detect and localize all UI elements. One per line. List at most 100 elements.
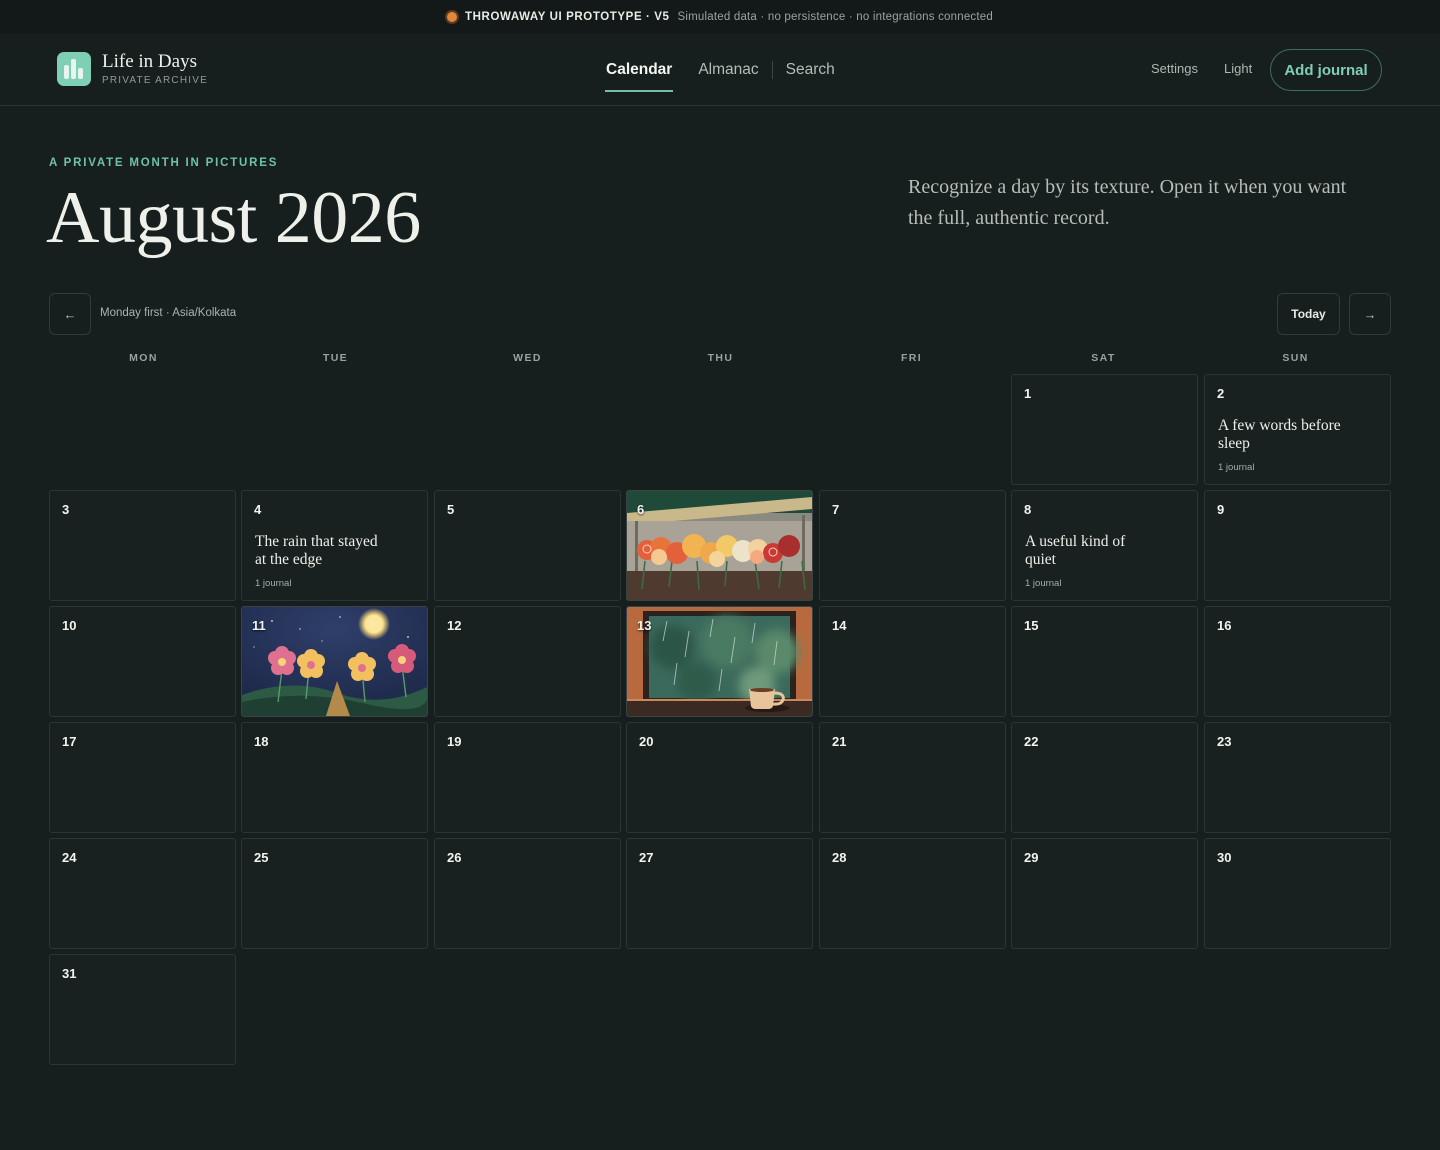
day-number: 5 bbox=[447, 502, 455, 517]
day-cell-20[interactable]: 20 bbox=[626, 722, 813, 833]
settings-link[interactable]: Settings bbox=[1151, 61, 1198, 76]
add-journal-button[interactable]: Add journal bbox=[1270, 49, 1382, 91]
day-cell-6[interactable]: 6 bbox=[626, 490, 813, 601]
day-number: 22 bbox=[1024, 734, 1039, 749]
banner-note: Simulated data · no persistence · no int… bbox=[677, 11, 993, 23]
day-number: 30 bbox=[1217, 850, 1232, 865]
day-cell-16[interactable]: 16 bbox=[1204, 606, 1391, 717]
flower-stall-illustration bbox=[627, 491, 812, 600]
nav-search[interactable]: Search bbox=[786, 34, 835, 106]
page-title: August 2026 bbox=[46, 177, 421, 259]
day-cell-15[interactable]: 15 bbox=[1011, 606, 1198, 717]
day-cell-17[interactable]: 17 bbox=[49, 722, 236, 833]
weekday-fri: FRI bbox=[900, 352, 923, 364]
day-number: 19 bbox=[447, 734, 462, 749]
day-cell-28[interactable]: 28 bbox=[819, 838, 1006, 949]
day-number: 10 bbox=[62, 618, 77, 633]
day-cell-11[interactable]: 11 bbox=[241, 606, 428, 717]
entry-title: A few words before sleep bbox=[1218, 417, 1341, 452]
entry-count: 1 journal bbox=[255, 578, 292, 589]
day-cell-23[interactable]: 23 bbox=[1204, 722, 1391, 833]
day-number: 17 bbox=[62, 734, 77, 749]
day-cell-26[interactable]: 26 bbox=[434, 838, 621, 949]
day-cell-12[interactable]: 12 bbox=[434, 606, 621, 717]
status-dot-icon bbox=[447, 12, 458, 22]
hero-eyebrow: A PRIVATE MONTH IN PICTURES bbox=[49, 157, 279, 169]
day-number: 1 bbox=[1024, 386, 1032, 401]
entry-count: 1 journal bbox=[1218, 462, 1255, 473]
day-number: 24 bbox=[62, 850, 77, 865]
day-cell-10[interactable]: 10 bbox=[49, 606, 236, 717]
nav-divider bbox=[771, 61, 773, 79]
day-cell-2[interactable]: 2 A few words before sleep 1 journal bbox=[1204, 374, 1391, 485]
theme-toggle[interactable]: Light bbox=[1224, 61, 1252, 76]
day-cell-18[interactable]: 18 bbox=[241, 722, 428, 833]
day-number: 8 bbox=[1024, 502, 1032, 517]
day-cell-30[interactable]: 30 bbox=[1204, 838, 1391, 949]
day-number: 21 bbox=[832, 734, 847, 749]
entry-count: 1 journal bbox=[1025, 578, 1062, 589]
banner-tag: THROWAWAY UI PROTOTYPE · V5 bbox=[465, 11, 670, 23]
day-number: 7 bbox=[832, 502, 840, 517]
day-number: 4 bbox=[254, 502, 262, 517]
day-number: 31 bbox=[62, 966, 77, 981]
day-number: 16 bbox=[1217, 618, 1232, 633]
weekday-sun: SUN bbox=[1282, 352, 1309, 364]
day-cell-7[interactable]: 7 bbox=[819, 490, 1006, 601]
weekday-mon: MON bbox=[129, 352, 158, 364]
day-cell-8[interactable]: 8 A useful kind of quiet 1 journal bbox=[1011, 490, 1198, 601]
calendar-meta: Monday first · Asia/Kolkata bbox=[100, 307, 237, 319]
day-number: 14 bbox=[832, 618, 847, 633]
weekday-tue: TUE bbox=[322, 352, 349, 364]
entry-title: A useful kind of quiet bbox=[1025, 533, 1126, 568]
nav-almanac[interactable]: Almanac bbox=[698, 34, 758, 106]
entry-title: The rain that stayed at the edge bbox=[255, 533, 378, 568]
day-cell-1[interactable]: 1 bbox=[1011, 374, 1198, 485]
day-number: 23 bbox=[1217, 734, 1232, 749]
day-cell-14[interactable]: 14 bbox=[819, 606, 1006, 717]
day-number: 18 bbox=[254, 734, 269, 749]
day-number: 25 bbox=[254, 850, 269, 865]
arrow-left-icon: ← bbox=[63, 306, 77, 322]
day-cell-5[interactable]: 5 bbox=[434, 490, 621, 601]
day-number: 13 bbox=[637, 618, 652, 633]
day-cell-31[interactable]: 31 bbox=[49, 954, 236, 1065]
day-cell-22[interactable]: 22 bbox=[1011, 722, 1198, 833]
day-cell-29[interactable]: 29 bbox=[1011, 838, 1198, 949]
rainy-window-coffee-illustration bbox=[627, 607, 812, 716]
nav-calendar[interactable]: Calendar bbox=[604, 34, 674, 106]
logo-icon[interactable] bbox=[57, 52, 91, 86]
day-cell-27[interactable]: 27 bbox=[626, 838, 813, 949]
day-number: 9 bbox=[1217, 502, 1225, 517]
day-number: 3 bbox=[62, 502, 70, 517]
today-button[interactable]: Today bbox=[1277, 293, 1340, 335]
day-number: 6 bbox=[637, 502, 645, 517]
app-header: Life in Days PRIVATE ARCHIVE Calendar Al… bbox=[0, 34, 1440, 106]
brand-title[interactable]: Life in Days bbox=[102, 51, 197, 73]
day-number: 20 bbox=[639, 734, 654, 749]
day-cell-9[interactable]: 9 bbox=[1204, 490, 1391, 601]
day-number: 2 bbox=[1217, 386, 1225, 401]
day-cell-21[interactable]: 21 bbox=[819, 722, 1006, 833]
day-number: 26 bbox=[447, 850, 462, 865]
prototype-banner: THROWAWAY UI PROTOTYPE · V5 Simulated da… bbox=[0, 0, 1440, 34]
main-nav: Calendar Almanac Search bbox=[604, 34, 835, 106]
day-number: 27 bbox=[639, 850, 654, 865]
day-cell-25[interactable]: 25 bbox=[241, 838, 428, 949]
day-cell-13[interactable]: 13 bbox=[626, 606, 813, 717]
day-cell-24[interactable]: 24 bbox=[49, 838, 236, 949]
day-cell-4[interactable]: 4 The rain that stayed at the edge 1 jou… bbox=[241, 490, 428, 601]
day-number: 11 bbox=[252, 618, 266, 633]
weekday-thu: THU bbox=[707, 352, 734, 364]
night-flowers-moon-illustration bbox=[242, 607, 427, 716]
brand-subtitle: PRIVATE ARCHIVE bbox=[102, 75, 208, 86]
weekday-wed: WED bbox=[513, 352, 542, 364]
day-cell-3[interactable]: 3 bbox=[49, 490, 236, 601]
next-month-button[interactable]: → bbox=[1349, 293, 1391, 335]
day-cell-19[interactable]: 19 bbox=[434, 722, 621, 833]
day-number: 29 bbox=[1024, 850, 1039, 865]
arrow-right-icon: → bbox=[1363, 306, 1377, 322]
weekday-sat: SAT bbox=[1091, 352, 1116, 364]
day-number: 15 bbox=[1024, 618, 1039, 633]
prev-month-button[interactable]: ← bbox=[49, 293, 91, 335]
